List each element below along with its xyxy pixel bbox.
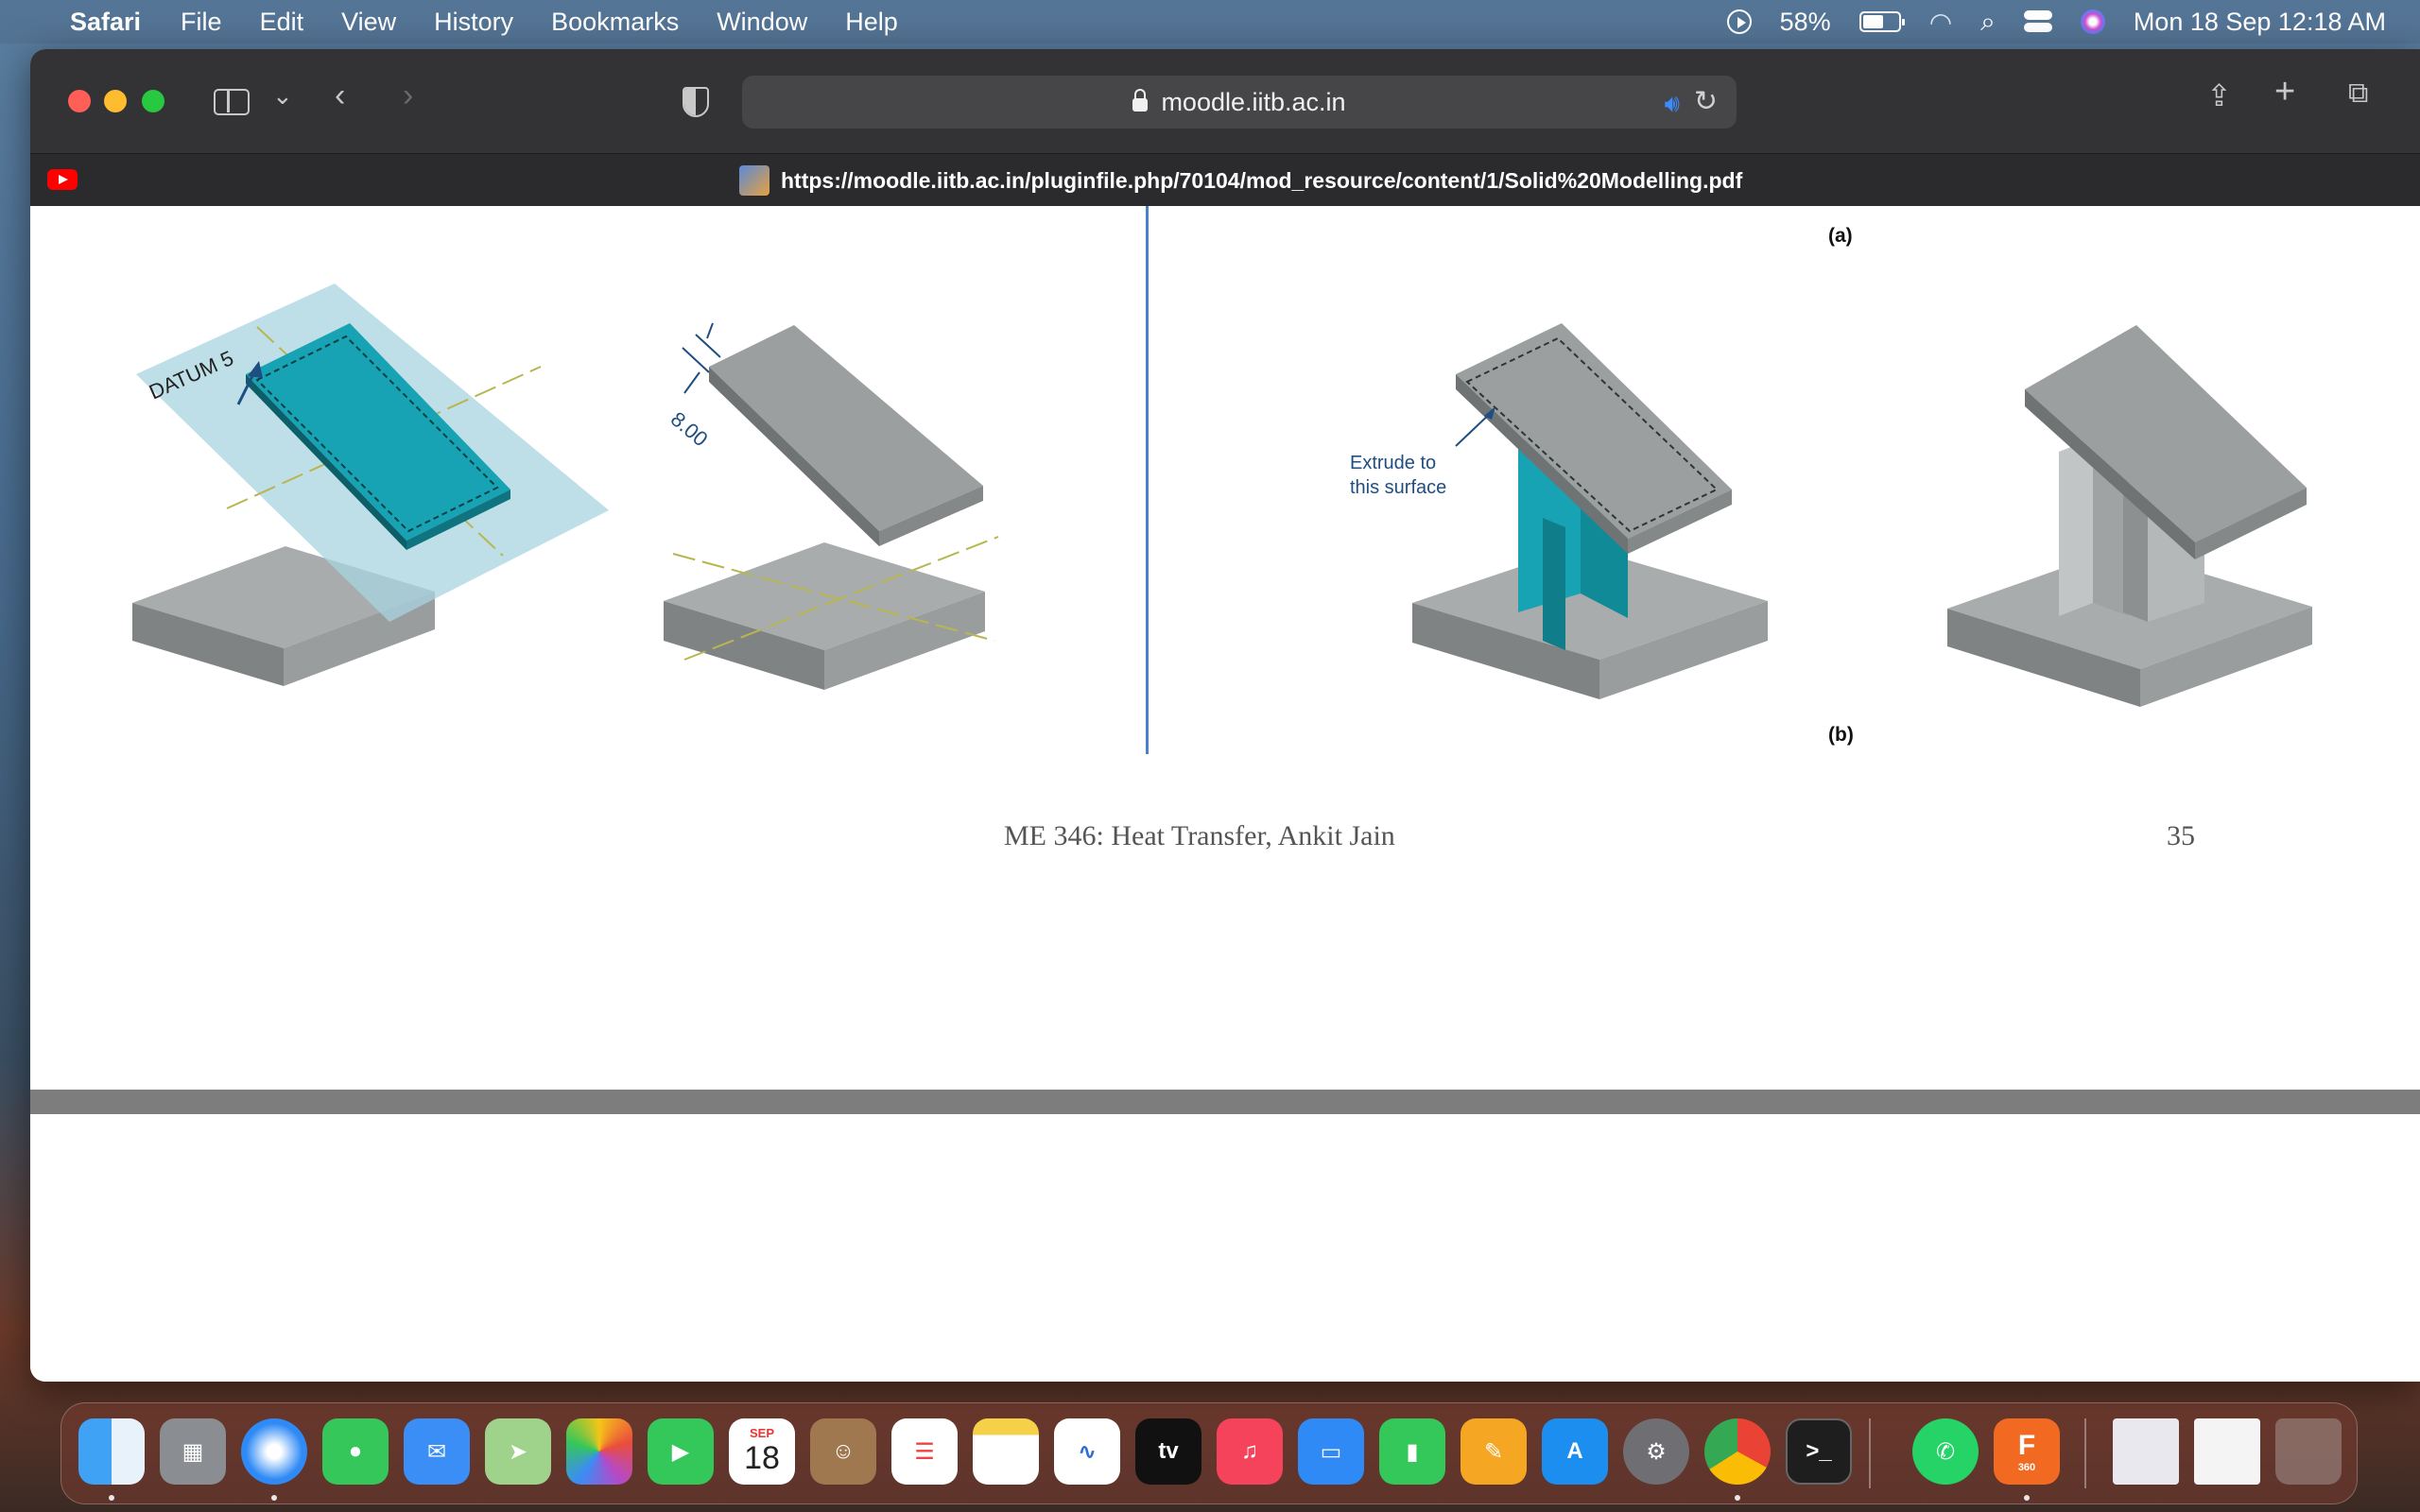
pdf-page: DATUM 5 8.00 Extrude to this surface (a)… [30, 206, 2420, 1090]
fusion-360-icon[interactable]: F 360 [1994, 1418, 2060, 1485]
figure-label-b: (b) [1828, 724, 1854, 746]
menu-edit[interactable]: Edit [260, 8, 304, 37]
privacy-shield-icon[interactable] [683, 87, 709, 117]
menu-bar: Safari File Edit View History Bookmarks … [0, 0, 2420, 43]
dimension-label: 8.00 [666, 407, 713, 452]
minimize-window-button[interactable] [104, 90, 127, 112]
pages-icon[interactable]: ✎ [1461, 1418, 1527, 1485]
control-center-icon[interactable] [2023, 10, 2052, 33]
spotlight-search-icon[interactable]: ⌕ [1980, 7, 1996, 38]
terminal-icon[interactable]: >_ [1786, 1418, 1852, 1485]
photos-icon[interactable] [566, 1418, 632, 1485]
menu-help[interactable]: Help [845, 8, 898, 37]
wifi-icon[interactable]: ◠ [1929, 7, 1952, 38]
reload-icon[interactable]: ↻ [1694, 85, 1718, 118]
menu-window[interactable]: Window [717, 8, 807, 37]
finder-running-dot [109, 1495, 114, 1501]
downloads-stack-icon[interactable] [2113, 1418, 2179, 1485]
new-tab-plus-icon[interactable]: + [2274, 72, 2295, 112]
document-stack-icon[interactable] [2194, 1418, 2260, 1485]
apple-tv-icon[interactable]: tv [1135, 1418, 1201, 1485]
whatsapp-icon[interactable]: ✆ [1912, 1418, 1979, 1485]
final-solid [1947, 325, 2312, 707]
calendar-day: 18 [744, 1440, 780, 1476]
now-playing-icon[interactable] [1726, 9, 1752, 34]
active-tab[interactable]: https://moodle.iitb.ac.in/pluginfile.php… [739, 165, 1742, 196]
chrome-running-dot [1735, 1495, 1740, 1501]
youtube-tab-icon[interactable] [47, 169, 78, 190]
figure-solid-modelling: DATUM 5 8.00 Extrude to this surface [132, 284, 2312, 707]
share-icon[interactable]: ⇪ [2206, 77, 2232, 113]
calendar-icon[interactable]: SEP 18 [729, 1418, 795, 1485]
safari-running-dot [271, 1495, 277, 1501]
dock-separator [1869, 1418, 1871, 1488]
tab-overview-icon[interactable]: ⧉ [2348, 77, 2368, 110]
mail-icon[interactable]: ✉ [404, 1418, 470, 1485]
tab-group-chevron-down-icon[interactable]: ⌄ [272, 81, 293, 111]
facetime-icon[interactable]: ▶ [648, 1418, 714, 1485]
address-text: moodle.iitb.ac.in [1161, 87, 1346, 116]
maps-icon[interactable]: ➤ [485, 1418, 551, 1485]
figure-divider [1146, 206, 1149, 754]
contacts-icon[interactable]: ☺ [810, 1418, 876, 1485]
calendar-month: SEP [749, 1426, 774, 1440]
fusion-sub: 360 [2017, 1462, 2036, 1473]
launchpad-icon[interactable]: ▦ [160, 1418, 226, 1485]
page-separator [30, 1090, 2420, 1114]
keynote-icon[interactable]: ▭ [1298, 1418, 1364, 1485]
dock: ▦ ● ✉ ➤ ▶ SEP 18 ☺ ☰ ∿ tv ♫ ▭ ▮ ✎ A ⚙ >_… [60, 1402, 2358, 1504]
moodle-favicon-icon [739, 165, 769, 196]
battery-fill [1862, 15, 1883, 28]
finder-icon[interactable] [78, 1418, 145, 1485]
tab-bar: https://moodle.iitb.ac.in/pluginfile.php… [30, 153, 2420, 206]
back-button-icon[interactable]: ‹ [335, 77, 345, 114]
tv-label: tv [1158, 1438, 1179, 1464]
sidebar-toggle-icon[interactable] [214, 89, 250, 115]
menu-file[interactable]: File [181, 8, 222, 37]
extrude-label-line1: Extrude to [1350, 453, 1436, 473]
audio-playing-icon[interactable]: 🔊︎ [1665, 89, 1680, 119]
menu-clock[interactable]: Mon 18 Sep 12:18 AM [2134, 8, 2386, 37]
notes-icon[interactable] [973, 1418, 1039, 1485]
trash-icon[interactable] [2275, 1418, 2342, 1485]
menu-view[interactable]: View [341, 8, 396, 37]
chrome-icon[interactable] [1704, 1418, 1771, 1485]
system-settings-icon[interactable]: ⚙ [1623, 1418, 1689, 1485]
close-window-button[interactable] [68, 90, 91, 112]
music-icon[interactable]: ♫ [1217, 1418, 1283, 1485]
battery-icon[interactable] [1858, 11, 1905, 32]
forward-button-icon[interactable]: › [403, 77, 413, 114]
numbers-icon[interactable]: ▮ [1379, 1418, 1445, 1485]
extrude-label-line2: this surface [1350, 477, 1446, 498]
fusion-label: F [2017, 1430, 2036, 1461]
browser-toolbar: ⌄ ‹ › moodle.iitb.ac.in 🔊︎ ↻ ⇪ + ⧉ [30, 49, 2420, 153]
siri-icon[interactable] [2080, 9, 2105, 34]
app-store-icon[interactable]: A [1542, 1418, 1608, 1485]
freeform-icon[interactable]: ∿ [1054, 1418, 1120, 1485]
figure-label-a: (a) [1828, 225, 1853, 247]
lock-icon [1132, 89, 1149, 112]
safari-window: ⌄ ‹ › moodle.iitb.ac.in 🔊︎ ↻ ⇪ + ⧉ https… [30, 49, 2420, 1382]
messages-icon[interactable]: ● [322, 1418, 389, 1485]
tilted-slab [709, 325, 983, 546]
fusion-running-dot [2024, 1495, 2030, 1501]
menu-history[interactable]: History [434, 8, 513, 37]
zoom-window-button[interactable] [142, 90, 164, 112]
safari-icon[interactable] [241, 1418, 307, 1485]
app-menu-safari[interactable]: Safari [70, 8, 141, 37]
reminders-icon[interactable]: ☰ [891, 1418, 958, 1485]
menu-bookmarks[interactable]: Bookmarks [551, 8, 679, 37]
address-bar[interactable]: moodle.iitb.ac.in 🔊︎ ↻ [742, 76, 1737, 129]
page-number: 35 [2167, 820, 2195, 851]
pdf-next-page [30, 1114, 2420, 1382]
battery-percent: 58% [1779, 7, 1831, 36]
tab-url: https://moodle.iitb.ac.in/pluginfile.php… [781, 167, 1743, 193]
tilted-slab-2 [1456, 323, 1732, 554]
page-footer: ME 346: Heat Transfer, Ankit Jain [1004, 820, 1395, 851]
dock-separator-2 [2084, 1418, 2086, 1488]
